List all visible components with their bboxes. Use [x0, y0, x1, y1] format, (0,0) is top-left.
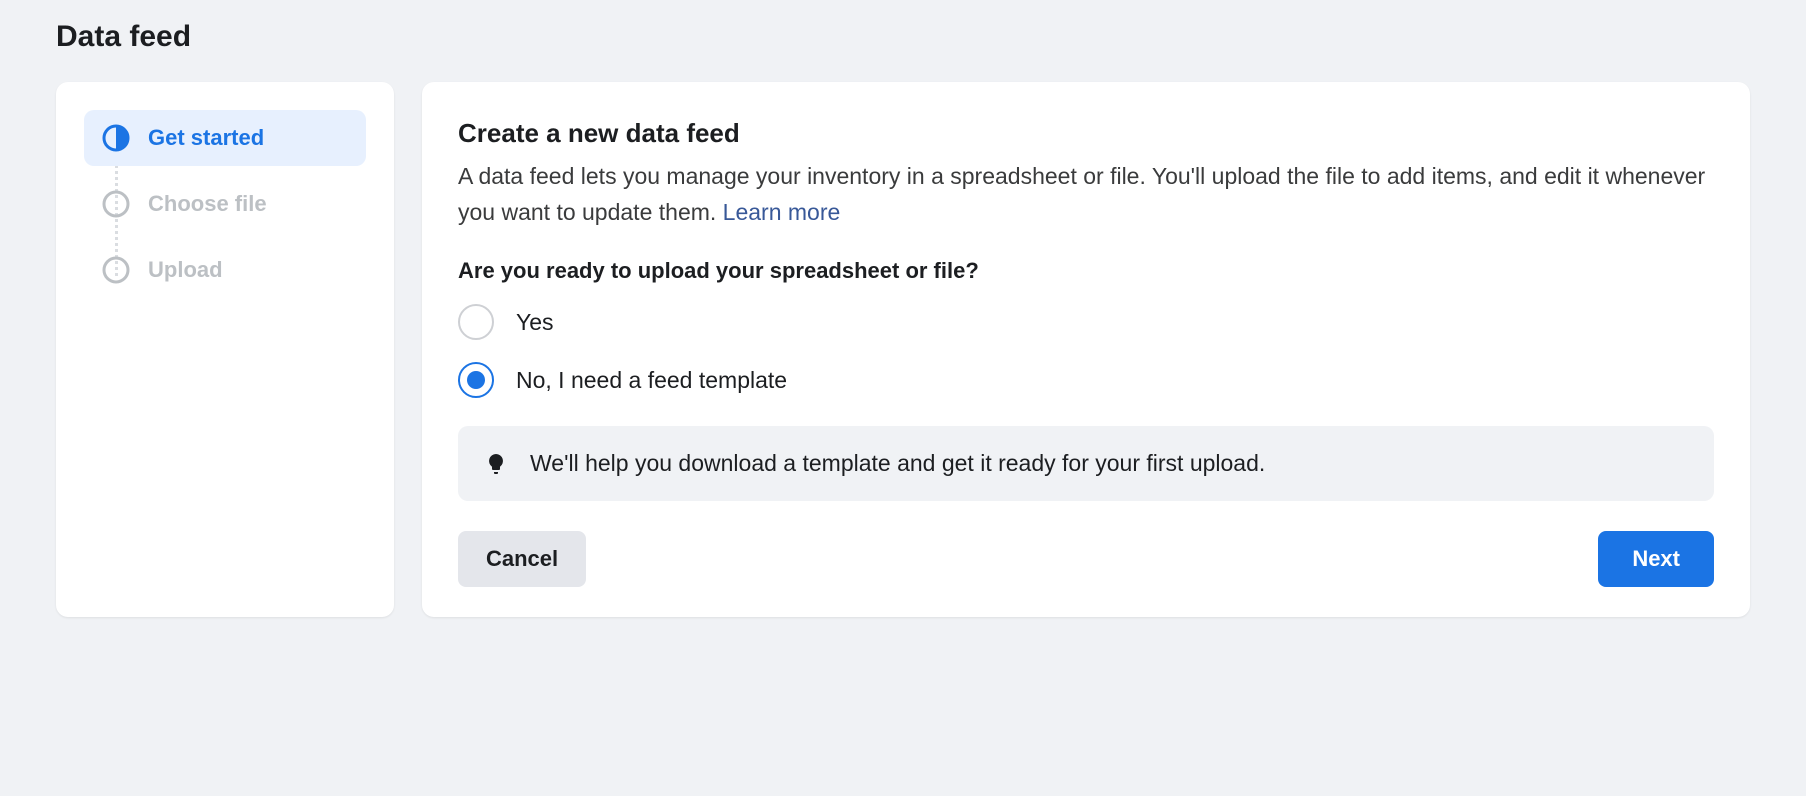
step-label: Get started — [148, 125, 264, 151]
info-box: We'll help you download a template and g… — [458, 426, 1714, 501]
radio-icon — [458, 362, 494, 398]
half-circle-icon — [102, 124, 130, 152]
button-row: Cancel Next — [458, 531, 1714, 587]
lightbulb-icon — [484, 452, 508, 476]
empty-circle-icon — [102, 190, 130, 218]
cancel-button[interactable]: Cancel — [458, 531, 586, 587]
main-description-text: A data feed lets you manage your invento… — [458, 163, 1705, 225]
page-title: Data feed — [56, 20, 1750, 54]
main-content: Create a new data feed A data feed lets … — [422, 82, 1750, 617]
empty-circle-icon — [102, 256, 130, 284]
sidebar: Get started Choose file Upload — [56, 82, 394, 617]
step-label: Choose file — [148, 191, 267, 217]
step-choose-file[interactable]: Choose file — [84, 176, 366, 232]
radio-group: Yes No, I need a feed template — [458, 304, 1714, 398]
radio-no[interactable]: No, I need a feed template — [458, 362, 1714, 398]
main-description: A data feed lets you manage your invento… — [458, 159, 1714, 230]
radio-yes[interactable]: Yes — [458, 304, 1714, 340]
radio-label: Yes — [516, 309, 554, 336]
step-get-started[interactable]: Get started — [84, 110, 366, 166]
main-title: Create a new data feed — [458, 118, 1714, 149]
question-label: Are you ready to upload your spreadsheet… — [458, 258, 1714, 284]
next-button[interactable]: Next — [1598, 531, 1714, 587]
radio-label: No, I need a feed template — [516, 367, 787, 394]
step-label: Upload — [148, 257, 223, 283]
learn-more-link[interactable]: Learn more — [723, 199, 841, 225]
step-list: Get started Choose file Upload — [84, 110, 366, 298]
info-text: We'll help you download a template and g… — [530, 450, 1265, 477]
radio-icon — [458, 304, 494, 340]
step-upload[interactable]: Upload — [84, 242, 366, 298]
